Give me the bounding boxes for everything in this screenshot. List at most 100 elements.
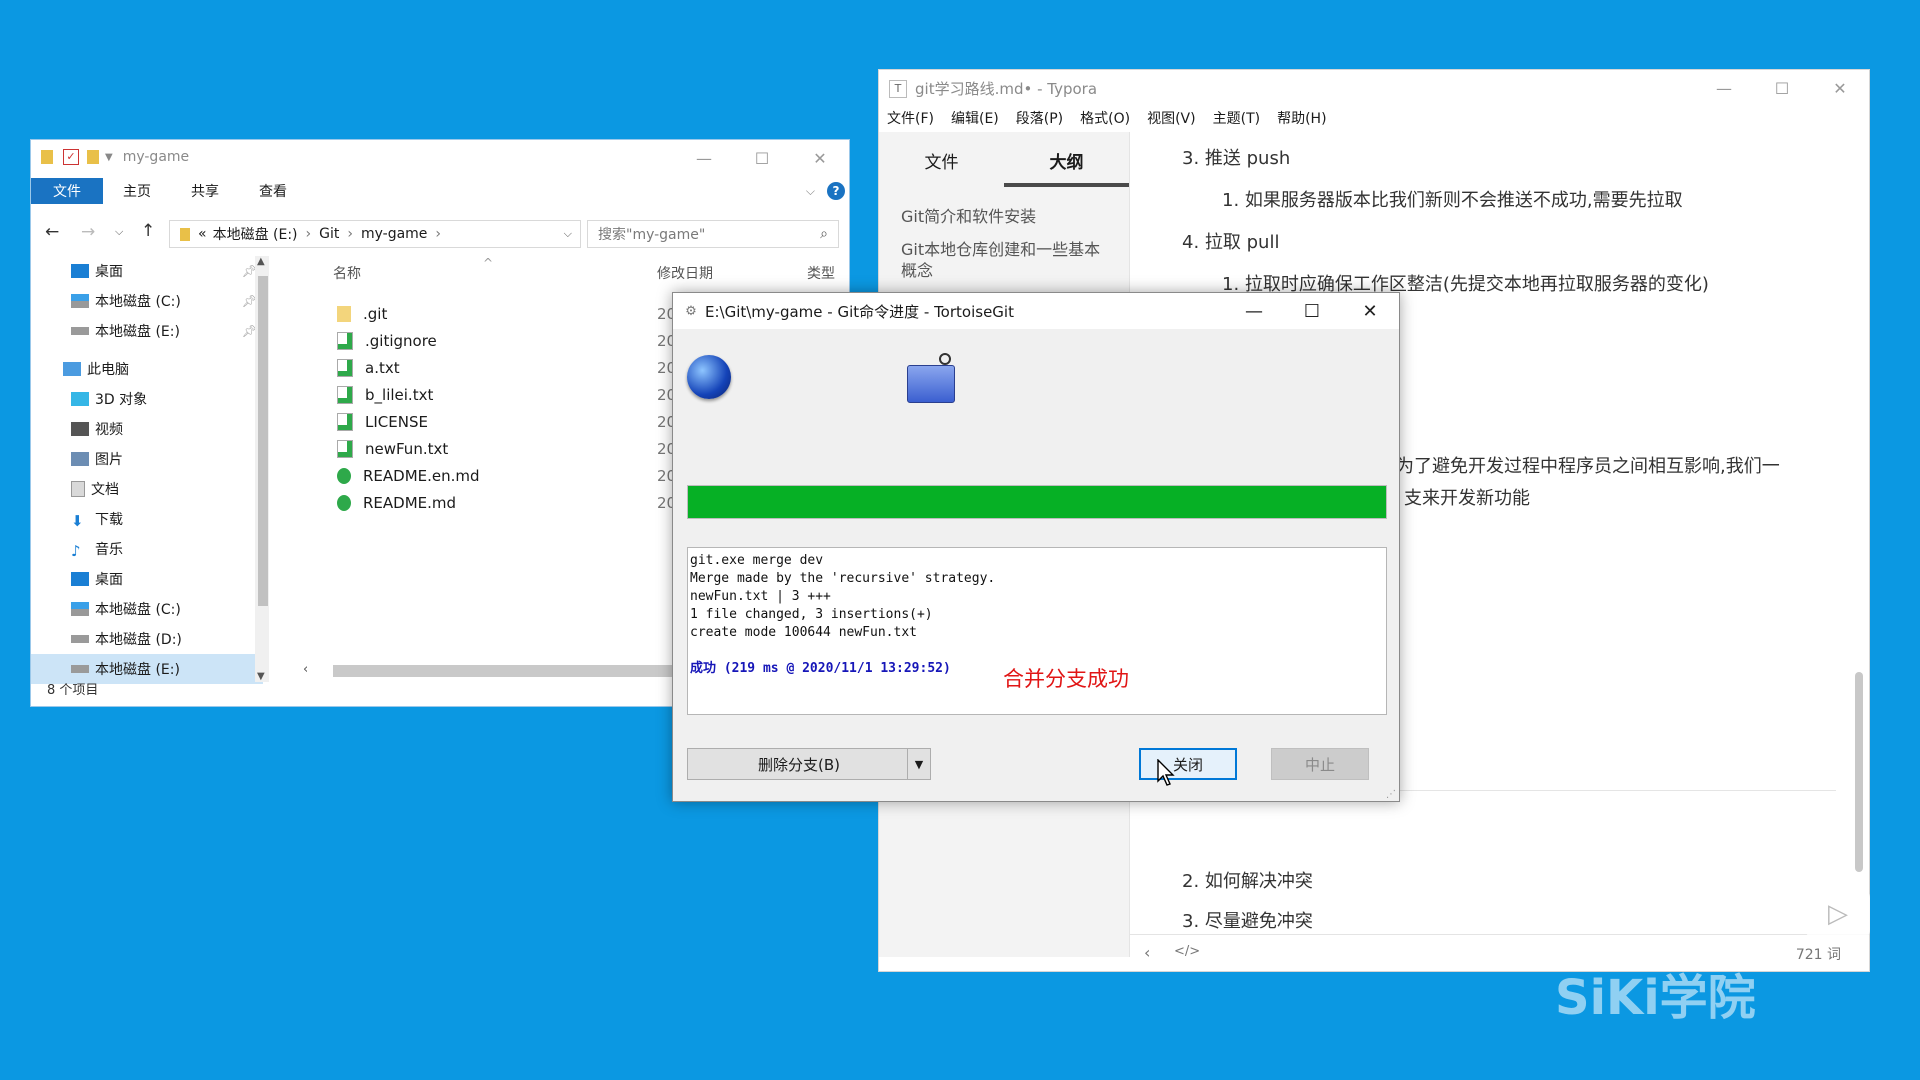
file-name: newFun.txt (365, 439, 449, 458)
tab-files[interactable]: 文件 (879, 148, 1004, 173)
address-prefix: « (198, 226, 207, 242)
delete-branch-dropdown[interactable]: ▼ (907, 748, 931, 780)
horizontal-rule (1396, 790, 1836, 791)
help-icon[interactable]: ? (827, 182, 845, 200)
scroll-down-icon[interactable]: ▼ (257, 671, 265, 682)
nav-item-desktop[interactable]: 桌面 📌︎ (31, 256, 263, 286)
nav-item-desktop-2[interactable]: 桌面 (31, 564, 263, 594)
nav-item-drive-c[interactable]: 本地磁盘 (C:) 📌︎ (31, 286, 263, 316)
music-note-icon: ♪ (71, 542, 81, 560)
forward-arrow-icon[interactable]: → (81, 222, 95, 242)
progress-bar-fill (688, 486, 1386, 518)
nav-item-3d-objects[interactable]: 3D 对象 (31, 384, 263, 414)
drive-icon (71, 294, 89, 308)
scrollbar-thumb[interactable] (333, 665, 705, 677)
nav-item-drive-e[interactable]: 本地磁盘 (E:) 📌︎ (31, 316, 263, 346)
ribbon-tab-home[interactable]: 主页 (103, 178, 171, 204)
nav-item-music[interactable]: ♪ 音乐 (31, 534, 263, 564)
log-line: 1 file changed, 3 insertions(+) (690, 607, 933, 622)
dropdown-arrow-icon[interactable]: ▼ (105, 152, 113, 163)
resize-grip-icon[interactable]: ⋰ (1386, 789, 1396, 800)
nav-label: 下载 (95, 512, 123, 528)
folder-icon (41, 150, 53, 164)
close-button[interactable]: ✕ (1341, 293, 1399, 329)
source-code-icon[interactable]: </> (1174, 944, 1200, 959)
scroll-left-icon[interactable]: ‹ (303, 662, 308, 677)
maximize-button[interactable]: ☐ (733, 140, 791, 176)
progress-bar (687, 485, 1387, 519)
recent-dropdown-icon[interactable]: ⌵ (115, 225, 123, 239)
nav-item-pictures[interactable]: 图片 (31, 444, 263, 474)
file-name: .gitignore (365, 331, 437, 350)
close-button[interactable]: ✕ (791, 140, 849, 176)
maximize-button[interactable]: ☐ (1753, 70, 1811, 106)
close-button[interactable]: ✕ (1811, 70, 1869, 106)
editor-scrollbar-thumb[interactable] (1855, 672, 1863, 872)
nav-item-downloads[interactable]: ⬇ 下载 (31, 504, 263, 534)
menu-file[interactable]: 文件(F) (887, 108, 934, 128)
menu-theme[interactable]: 主题(T) (1213, 108, 1260, 128)
menu-edit[interactable]: 编辑(E) (951, 108, 999, 128)
tab-outline[interactable]: 大纲 (1004, 148, 1129, 187)
typora-titlebar[interactable]: T git学习路线.md• - Typora (889, 78, 1097, 99)
breadcrumb-git[interactable]: Git (319, 226, 339, 242)
typora-t-icon: T (889, 79, 907, 98)
outline-item[interactable]: Git简介和软件安装 (901, 206, 1129, 227)
outline-item[interactable]: Git本地仓库创建和一些基本概念 (901, 239, 1111, 281)
nav-label: 桌面 (95, 264, 123, 280)
minimize-button[interactable]: — (1695, 70, 1753, 106)
address-input[interactable]: « 本地磁盘 (E:) › Git › my-game › ⌵ (169, 220, 581, 248)
dialog-titlebar[interactable]: ⚙ E:\Git\my-game - Git命令进度 - TortoiseGit… (673, 293, 1399, 329)
up-arrow-icon[interactable]: ↑ (141, 221, 155, 241)
search-icon[interactable]: ⌕ (820, 226, 828, 242)
ribbon-tab-share[interactable]: 共享 (171, 178, 239, 204)
chevron-left-icon[interactable]: ‹ (1144, 943, 1150, 962)
minimize-button[interactable]: — (675, 140, 733, 176)
git-status-ok-icon (337, 494, 351, 511)
breadcrumb-my-game[interactable]: my-game (361, 226, 427, 242)
document-icon (71, 481, 85, 497)
scroll-up-icon[interactable]: ▲ (257, 256, 265, 267)
maximize-button[interactable]: ☐ (1283, 293, 1341, 329)
back-arrow-icon[interactable]: ← (45, 222, 59, 242)
menu-help[interactable]: 帮助(H) (1277, 108, 1326, 128)
breadcrumb-drive[interactable]: 本地磁盘 (E:) (213, 224, 298, 244)
tortoisegit-progress-dialog[interactable]: ⚙ E:\Git\my-game - Git命令进度 - TortoiseGit… (672, 292, 1400, 802)
doc-line: 支来开发新功能 (1404, 488, 1530, 509)
checkbox-icon[interactable]: ✓ (63, 149, 79, 165)
nav-scrollbar[interactable]: ▲ ▼ (255, 256, 269, 682)
menu-paragraph[interactable]: 段落(P) (1016, 108, 1063, 128)
minimize-button[interactable]: — (1225, 293, 1283, 329)
merge-success-annotation: 合并分支成功 (1003, 667, 1129, 691)
address-dropdown-icon[interactable]: ⌵ (564, 227, 572, 241)
doc-line: 为了避免开发过程中程序员之间相互影响,我们一 (1396, 456, 1780, 477)
horizontal-scrollbar[interactable]: ‹ (291, 660, 705, 682)
search-input[interactable]: 搜索"my-game" ⌕ (587, 220, 839, 248)
play-button-icon[interactable]: ▷ (1806, 888, 1870, 940)
nav-item-drive-d[interactable]: 本地磁盘 (D:) (31, 624, 263, 654)
scrollbar-thumb[interactable] (258, 276, 268, 606)
menu-bar: 文件(F) 编辑(E) 段落(P) 格式(O) 视图(V) 主题(T) 帮助(H… (887, 108, 1344, 128)
delete-branch-button[interactable]: 删除分支(B) (687, 748, 911, 780)
menu-view[interactable]: 视图(V) (1147, 108, 1196, 128)
nav-item-videos[interactable]: 视频 (31, 414, 263, 444)
word-count[interactable]: 721 词 (1796, 944, 1841, 964)
desktop-icon (71, 264, 89, 278)
close-dialog-button[interactable]: 关闭 (1139, 748, 1237, 780)
computer-icon (63, 362, 81, 376)
column-name[interactable]: 名称 (333, 263, 361, 283)
nav-item-drive-c-2[interactable]: 本地磁盘 (C:) (31, 594, 263, 624)
explorer-titlebar[interactable]: ✓ ▼ my-game — ☐ ✕ (31, 140, 849, 176)
chevron-down-icon[interactable]: ⌵ (806, 184, 815, 199)
nav-item-this-pc[interactable]: 此电脑 (31, 354, 263, 384)
nav-label: 视频 (95, 422, 123, 438)
nav-item-documents[interactable]: 文档 (31, 474, 263, 504)
column-date[interactable]: 修改日期 (657, 263, 713, 283)
folder-icon (337, 305, 351, 322)
sort-ascending-icon: ^ (483, 256, 494, 270)
file-name: a.txt (365, 358, 400, 377)
ribbon-tab-view[interactable]: 查看 (239, 178, 307, 204)
ribbon-tab-file[interactable]: 文件 (31, 178, 103, 204)
menu-format[interactable]: 格式(O) (1080, 108, 1130, 128)
column-type[interactable]: 类型 (807, 263, 835, 283)
